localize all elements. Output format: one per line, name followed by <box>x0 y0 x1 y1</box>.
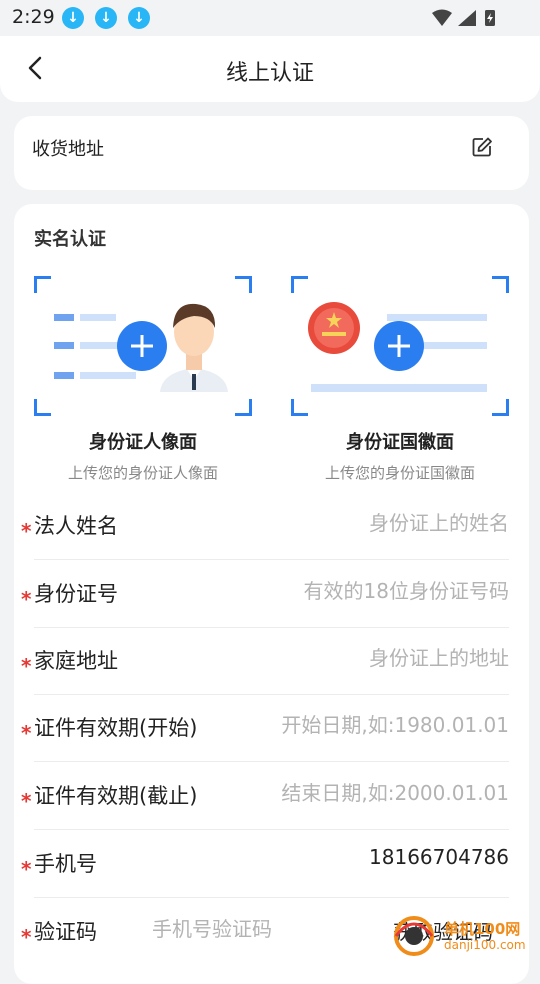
id-number-input[interactable] <box>199 576 509 606</box>
wifi-signal-battery-icon <box>432 9 495 26</box>
download-icon: ↓ <box>62 7 84 29</box>
page-header: 线上认证 <box>0 36 540 102</box>
add-photo-icon[interactable] <box>117 321 167 371</box>
home-address-input[interactable] <box>199 643 509 673</box>
required-mark: * <box>21 587 32 611</box>
phone-input[interactable] <box>199 842 509 872</box>
form-row-legal-name: * 法人姓名 <box>21 492 509 560</box>
watermark-logo-icon <box>394 916 434 956</box>
home-address-label: 家庭地址 <box>34 649 118 673</box>
valid-end-input[interactable] <box>259 778 509 808</box>
page-title: 线上认证 <box>225 61 314 86</box>
id-back-subtitle: 上传您的身份证国徽面 <box>324 464 475 482</box>
id-number-label: 身份证号 <box>34 582 118 606</box>
required-mark: * <box>21 925 32 949</box>
id-back-upload[interactable] <box>291 276 509 416</box>
watermark-line2: danji100.com <box>444 938 526 952</box>
id-back-caption: 身份证国徽面 上传您的身份证国徽面 <box>275 428 525 483</box>
download-icon: ↓ <box>128 7 150 29</box>
verify-code-label: 验证码 <box>34 920 97 944</box>
form-row-home-address: * 家庭地址 <box>21 627 509 695</box>
shipping-address-label: 收货地址 <box>32 139 104 160</box>
id-front-title: 身份证人像面 <box>89 432 197 453</box>
valid-end-label: 证件有效期(截止) <box>34 784 198 808</box>
status-time: 2:29 <box>12 6 55 28</box>
valid-start-label: 证件有效期(开始) <box>34 716 198 740</box>
shipping-address-card[interactable]: 收货地址 <box>14 116 529 190</box>
form-row-id-number: * 身份证号 <box>21 560 509 628</box>
realname-card: 实名认证 身份证人像面 上传您的身份证人像面 身份证国徽面 上传您的身份证国徽面… <box>14 204 529 984</box>
required-mark: * <box>21 654 32 678</box>
section-title: 实名认证 <box>34 229 106 250</box>
required-mark: * <box>21 789 32 813</box>
required-mark: * <box>21 857 32 881</box>
phone-label: 手机号 <box>34 852 97 876</box>
status-bar: 2:29 ↓ ↓ ↓ <box>0 0 540 36</box>
legal-name-input[interactable] <box>199 508 509 538</box>
valid-start-input[interactable] <box>259 710 509 740</box>
form-row-valid-start: * 证件有效期(开始) <box>21 694 509 762</box>
id-back-title: 身份证国徽面 <box>346 432 454 453</box>
id-front-caption: 身份证人像面 上传您的身份证人像面 <box>18 428 268 483</box>
verify-code-input[interactable] <box>152 914 352 944</box>
add-photo-icon[interactable] <box>374 321 424 371</box>
status-indicators <box>430 8 500 28</box>
edit-icon[interactable] <box>471 136 493 158</box>
form-row-valid-end: * 证件有效期(截止) <box>21 762 509 830</box>
download-icon: ↓ <box>95 7 117 29</box>
watermark-line1: 单机100网 <box>444 920 521 938</box>
id-front-upload[interactable] <box>34 276 252 416</box>
required-mark: * <box>21 721 32 745</box>
required-mark: * <box>21 519 32 543</box>
legal-name-label: 法人姓名 <box>34 514 118 538</box>
form-row-phone: * 手机号 <box>21 830 509 898</box>
watermark: 单机100网 danji100.com <box>388 916 538 958</box>
id-front-subtitle: 上传您的身份证人像面 <box>67 464 218 482</box>
